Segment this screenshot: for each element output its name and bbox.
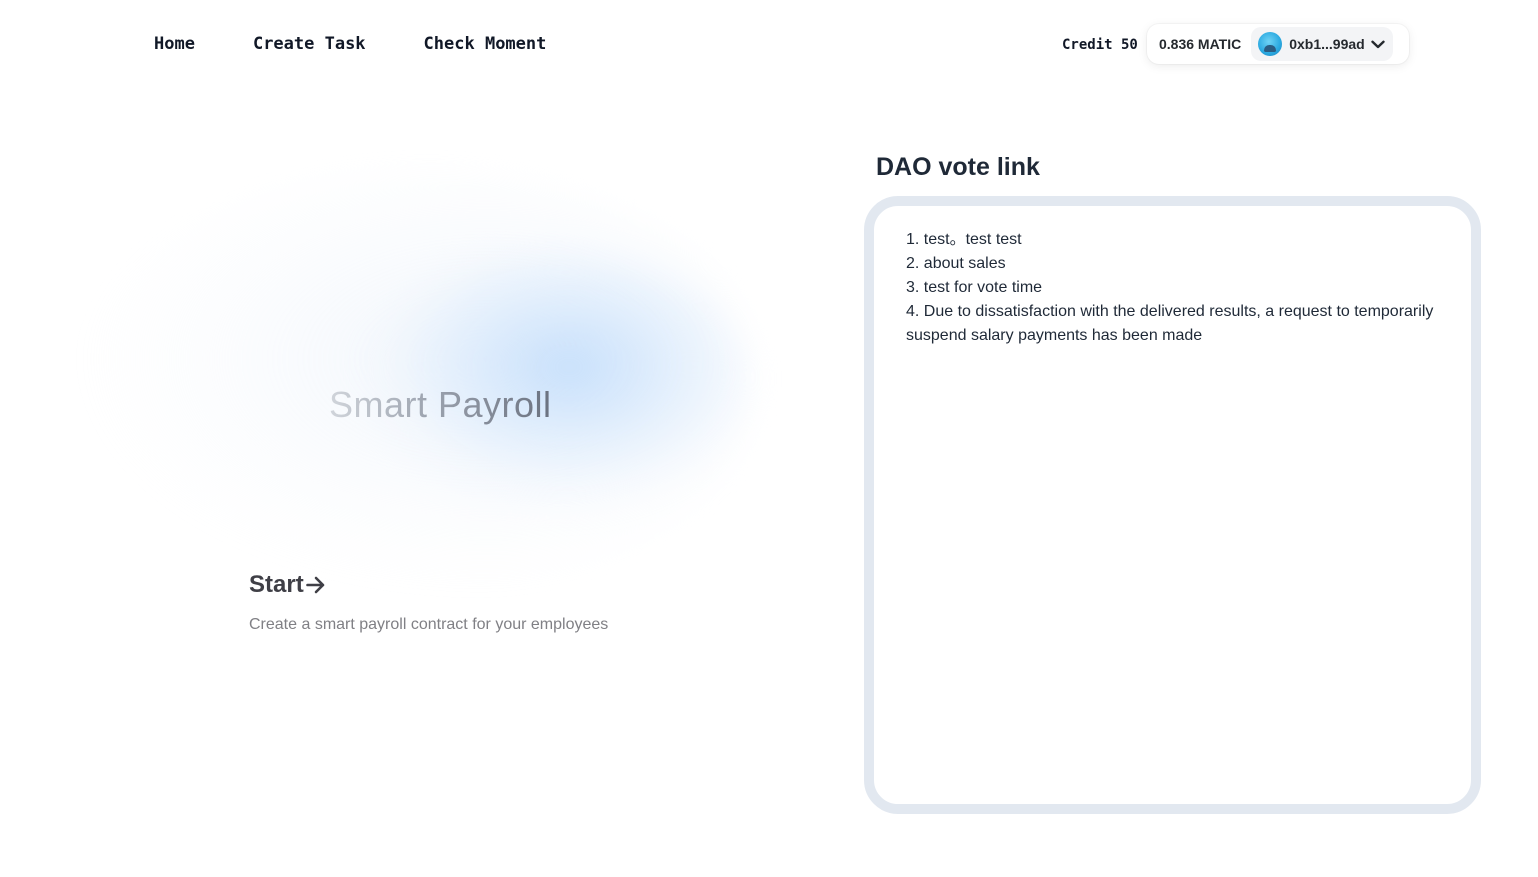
start-button[interactable]: Start bbox=[249, 568, 326, 602]
dao-vote-item[interactable]: 4. Due to dissatisfaction with the deliv… bbox=[906, 300, 1439, 348]
nav-create-task-link[interactable]: Create Task bbox=[253, 30, 366, 58]
account-button[interactable]: 0xb1...99ad bbox=[1251, 27, 1393, 61]
hero-title: Smart Payroll bbox=[329, 382, 552, 428]
dao-vote-title: DAO vote link bbox=[876, 153, 1040, 181]
hero-subtitle: Create a smart payroll contract for your… bbox=[249, 616, 609, 633]
page: Home Create Task Check Moment Credit 50 … bbox=[0, 0, 1538, 877]
hero-highlight-glow bbox=[360, 250, 740, 510]
nav-home-link[interactable]: Home bbox=[154, 30, 195, 58]
balance-button[interactable]: 0.836 MATIC bbox=[1159, 36, 1241, 52]
dao-vote-list: 1. test。test test 2. about sales 3. test… bbox=[906, 228, 1439, 348]
chevron-down-icon bbox=[1371, 40, 1385, 49]
dao-vote-item[interactable]: 2. about sales bbox=[906, 252, 1439, 276]
wallet-connect-widget: 0.836 MATIC 0xb1...99ad bbox=[1147, 24, 1409, 64]
avatar-icon bbox=[1258, 32, 1283, 56]
account-address: 0xb1...99ad bbox=[1289, 36, 1365, 52]
nav-check-moment-link[interactable]: Check Moment bbox=[424, 30, 547, 58]
top-nav: Home Create Task Check Moment bbox=[154, 30, 546, 58]
arrow-right-icon bbox=[305, 576, 326, 594]
start-label: Start bbox=[249, 571, 304, 598]
credit-display: Credit 50 bbox=[1062, 37, 1138, 53]
dao-vote-item[interactable]: 1. test。test test bbox=[906, 228, 1439, 252]
dao-vote-item[interactable]: 3. test for vote time bbox=[906, 276, 1439, 300]
dao-vote-list-panel: 1. test。test test 2. about sales 3. test… bbox=[864, 196, 1481, 814]
